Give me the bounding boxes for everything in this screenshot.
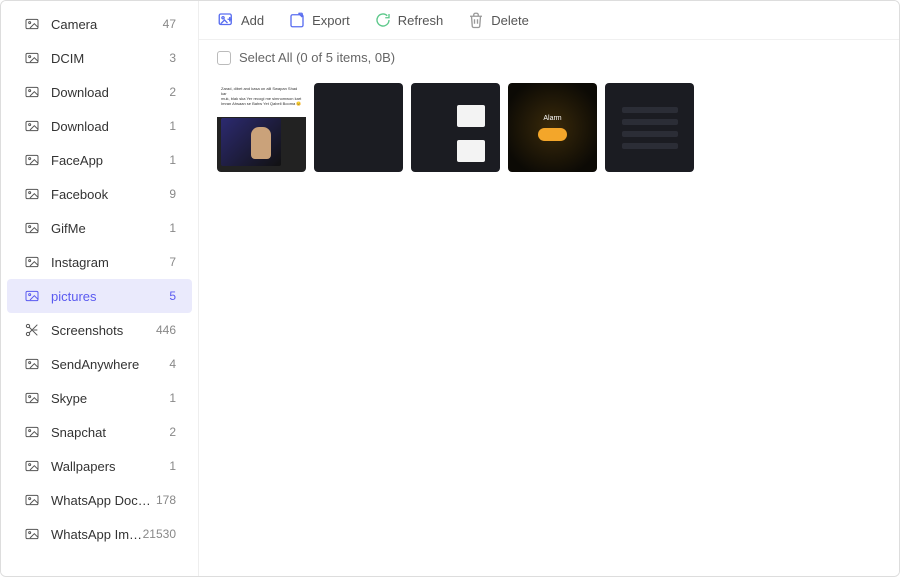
select-all-label: Select All (0 of 5 items, 0B) [239,50,395,65]
sidebar-item-label: Download [51,119,169,134]
sidebar-item-whatsapp-documents[interactable]: WhatsApp Documents178 [7,483,192,517]
sidebar-item-count: 2 [169,85,176,99]
picture-icon [23,15,41,33]
sidebar-item-instagram[interactable]: Instagram7 [7,245,192,279]
scissors-icon [23,321,41,339]
thumbnail-item[interactable]: Zarad, dibet and kasa on alli Swapan Sha… [217,83,306,172]
picture-icon [23,219,41,237]
sidebar-item-skype[interactable]: Skype1 [7,381,192,415]
picture-icon [23,83,41,101]
sidebar-item-label: Wallpapers [51,459,169,474]
picture-icon [23,253,41,271]
add-photo-icon [217,11,235,29]
delete-label: Delete [491,13,529,28]
refresh-icon [374,11,392,29]
sidebar-item-count: 1 [169,153,176,167]
picture-icon [23,185,41,203]
export-icon [288,11,306,29]
sidebar-item-count: 1 [169,221,176,235]
sidebar: Camera47DCIM3Download2Download1FaceApp1F… [1,1,199,576]
sidebar-item-label: GifMe [51,221,169,236]
refresh-label: Refresh [398,13,444,28]
sidebar-item-label: Screenshots [51,323,156,338]
sidebar-item-label: Instagram [51,255,169,270]
sidebar-item-dcim[interactable]: DCIM3 [7,41,192,75]
toolbar: Add Export Refresh Delete [199,1,899,40]
sidebar-item-label: DCIM [51,51,169,66]
sidebar-item-gifme[interactable]: GifMe1 [7,211,192,245]
sidebar-item-label: pictures [51,289,169,304]
sidebar-item-snapchat[interactable]: Snapchat2 [7,415,192,449]
sidebar-item-count: 3 [169,51,176,65]
sidebar-item-count: 2 [169,425,176,439]
picture-icon [23,389,41,407]
picture-icon [23,491,41,509]
sidebar-item-camera[interactable]: Camera47 [7,7,192,41]
picture-icon [23,355,41,373]
sidebar-item-facebook[interactable]: Facebook9 [7,177,192,211]
add-button[interactable]: Add [217,11,264,29]
sidebar-item-download[interactable]: Download1 [7,109,192,143]
sidebar-item-count: 1 [169,119,176,133]
sidebar-item-count: 1 [169,459,176,473]
picture-icon [23,457,41,475]
sidebar-item-count: 21530 [143,527,176,541]
export-button[interactable]: Export [288,11,350,29]
picture-icon [23,525,41,543]
sidebar-item-count: 5 [169,289,176,303]
sidebar-item-label: Facebook [51,187,169,202]
delete-button[interactable]: Delete [467,11,529,29]
sidebar-item-label: Download [51,85,169,100]
sidebar-item-count: 446 [156,323,176,337]
picture-icon [23,117,41,135]
sidebar-item-faceapp[interactable]: FaceApp1 [7,143,192,177]
sidebar-item-whatsapp-images[interactable]: WhatsApp Images21530 [7,517,192,551]
sidebar-item-count: 9 [169,187,176,201]
thumbnail-grid: Zarad, dibet and kasa on alli Swapan Sha… [199,75,899,180]
sidebar-item-label: SendAnywhere [51,357,169,372]
sidebar-item-label: Snapchat [51,425,169,440]
trash-icon [467,11,485,29]
picture-icon [23,49,41,67]
select-all-bar: Select All (0 of 5 items, 0B) [199,40,899,75]
add-label: Add [241,13,264,28]
sidebar-item-count: 47 [163,17,176,31]
thumbnail-item[interactable]: Alarm [508,83,597,172]
thumbnail-item[interactable] [605,83,694,172]
sidebar-item-count: 7 [169,255,176,269]
sidebar-item-label: WhatsApp Documents [51,493,156,508]
sidebar-item-wallpapers[interactable]: Wallpapers1 [7,449,192,483]
refresh-button[interactable]: Refresh [374,11,444,29]
sidebar-item-pictures[interactable]: pictures5 [7,279,192,313]
sidebar-item-count: 178 [156,493,176,507]
sidebar-item-label: Camera [51,17,163,32]
sidebar-item-label: Skype [51,391,169,406]
thumbnail-item[interactable] [411,83,500,172]
sidebar-item-label: WhatsApp Images [51,527,143,542]
sidebar-item-count: 4 [169,357,176,371]
main-panel: Add Export Refresh Delete [199,1,899,576]
sidebar-item-count: 1 [169,391,176,405]
sidebar-item-download[interactable]: Download2 [7,75,192,109]
picture-icon [23,151,41,169]
picture-icon [23,423,41,441]
app-window: Camera47DCIM3Download2Download1FaceApp1F… [0,0,900,577]
thumbnail-item[interactable] [314,83,403,172]
sidebar-item-screenshots[interactable]: Screenshots446 [7,313,192,347]
export-label: Export [312,13,350,28]
select-all-checkbox[interactable] [217,51,231,65]
sidebar-item-label: FaceApp [51,153,169,168]
picture-icon [23,287,41,305]
sidebar-item-sendanywhere[interactable]: SendAnywhere4 [7,347,192,381]
